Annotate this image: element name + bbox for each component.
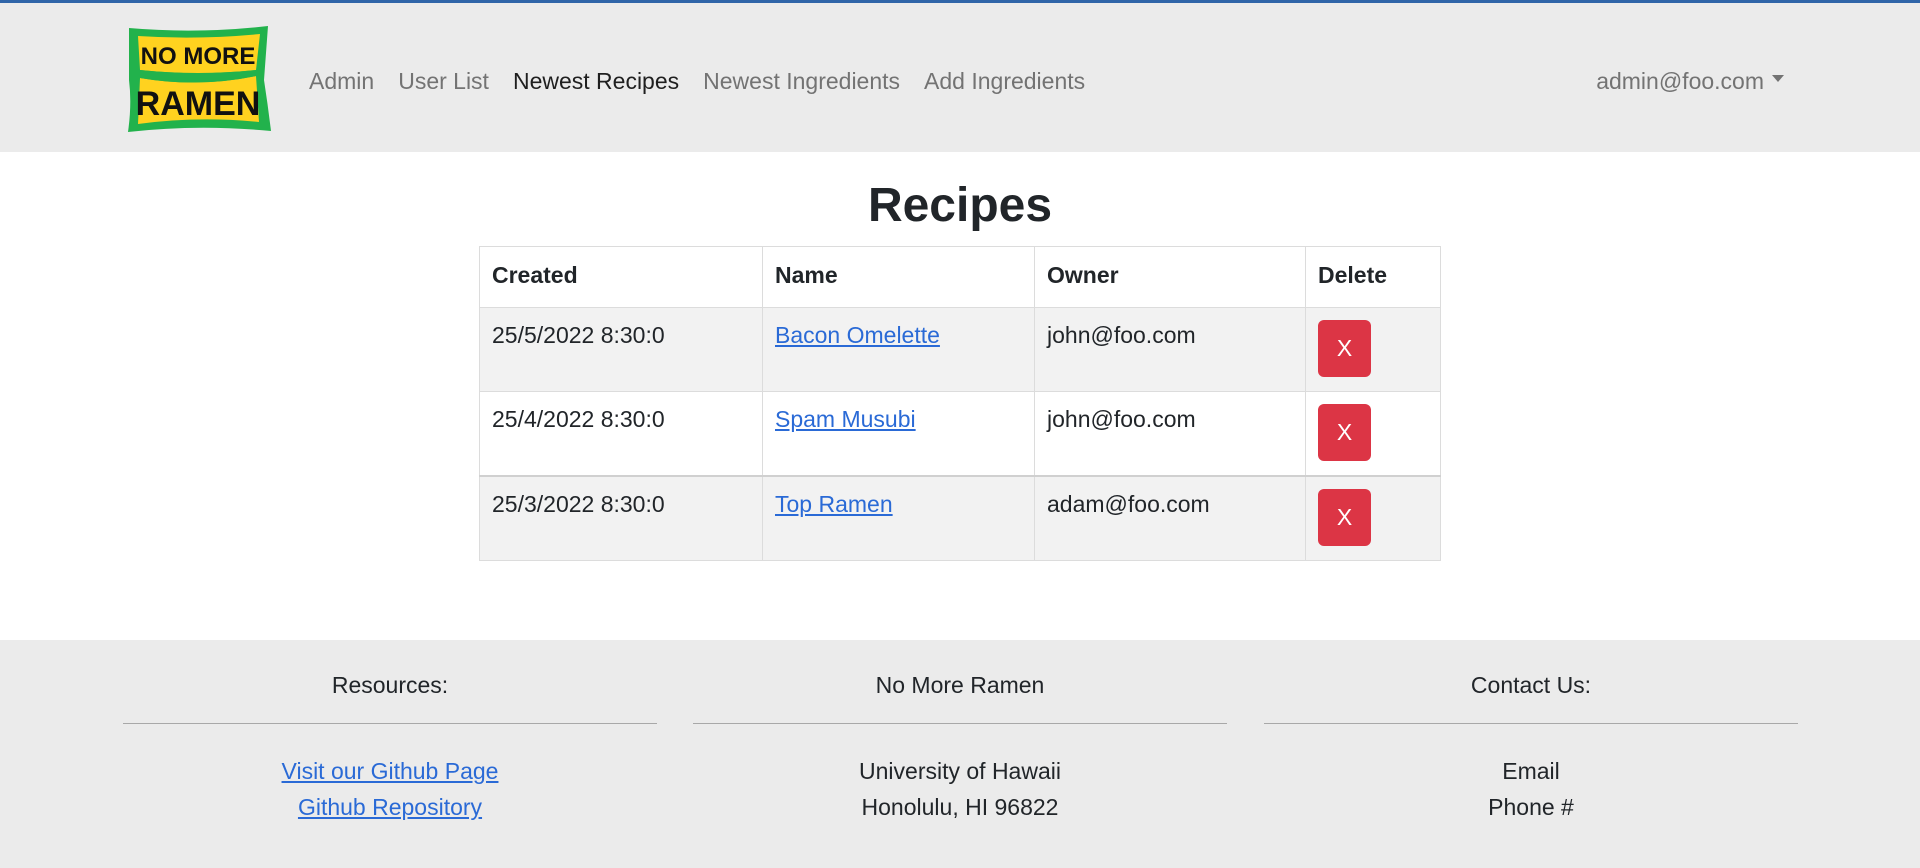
nav-links: Admin User List Newest Recipes Newest In…	[309, 65, 1109, 97]
delete-button[interactable]: X	[1318, 320, 1371, 377]
logo-text-line2: RAMEN	[136, 85, 261, 123]
footer-resources-title: Resources:	[331, 672, 449, 698]
logo-text-line1: NO MORE	[141, 43, 256, 70]
recipe-link[interactable]: Spam Musubi	[775, 406, 916, 432]
nav-link-user-list[interactable]: User List	[398, 65, 489, 97]
recipe-link[interactable]: Top Ramen	[775, 491, 893, 517]
nav-link-add-ingredients[interactable]: Add Ingredients	[924, 65, 1085, 97]
user-dropdown[interactable]: admin@foo.com	[1596, 65, 1784, 97]
page-title: Recipes	[867, 179, 1053, 232]
table-row: 25/5/2022 8:30:0 Bacon Omelette john@foo…	[479, 307, 1441, 392]
footer-address-line: Honolulu, HI 96822	[861, 794, 1059, 820]
cell-delete: X	[1305, 391, 1441, 477]
cell-name: Bacon Omelette	[762, 307, 1035, 392]
cell-created: 25/3/2022 8:30:0	[479, 475, 763, 561]
footer-about-title: No More Ramen	[875, 672, 1045, 698]
footer-contact-lines: Email Phone #	[1264, 753, 1798, 825]
nav-link-newest-recipes[interactable]: Newest Recipes	[513, 65, 679, 97]
nav-link-newest-ingredients[interactable]: Newest Ingredients	[703, 65, 900, 97]
header-delete: Delete	[1305, 246, 1441, 308]
cell-created: 25/4/2022 8:30:0	[479, 391, 763, 477]
delete-button[interactable]: X	[1318, 404, 1371, 461]
github-page-link[interactable]: Visit our Github Page	[123, 753, 657, 789]
table-row: 25/3/2022 8:30:0 Top Ramen adam@foo.com …	[479, 475, 1441, 561]
cell-created: 25/5/2022 8:30:0	[479, 307, 763, 392]
table-header-row: Created Name Owner Delete	[479, 246, 1441, 308]
delete-button[interactable]: X	[1318, 489, 1371, 546]
github-repository-link[interactable]: Github Repository	[123, 789, 657, 825]
footer-divider	[1264, 723, 1798, 724]
header-owner: Owner	[1034, 246, 1306, 308]
cell-delete: X	[1305, 475, 1441, 561]
cell-owner: adam@foo.com	[1034, 475, 1306, 561]
cell-owner: john@foo.com	[1034, 307, 1306, 392]
footer-divider	[123, 723, 657, 724]
footer-address-line: University of Hawaii	[859, 758, 1061, 784]
cell-name: Spam Musubi	[762, 391, 1035, 477]
footer-resources-links: Visit our Github Page Github Repository	[123, 753, 657, 825]
footer-contact-email: Email	[1502, 758, 1560, 784]
header-created: Created	[479, 246, 763, 308]
nav-link-admin[interactable]: Admin	[309, 65, 374, 97]
footer: Resources: Visit our Github Page Github …	[0, 640, 1920, 868]
footer-divider	[693, 723, 1227, 724]
header-name: Name	[762, 246, 1035, 308]
cell-delete: X	[1305, 307, 1441, 392]
caret-down-icon	[1772, 74, 1784, 82]
table-row: 25/4/2022 8:30:0 Spam Musubi john@foo.co…	[479, 391, 1441, 477]
footer-contact-phone: Phone #	[1488, 794, 1574, 820]
recipe-link[interactable]: Bacon Omelette	[775, 322, 940, 348]
navbar: NO MORE RAMEN Admin User List Newest Rec…	[0, 3, 1920, 152]
no-more-ramen-logo[interactable]: NO MORE RAMEN	[126, 26, 271, 133]
footer-about-lines: University of Hawaii Honolulu, HI 96822	[693, 753, 1227, 825]
cell-name: Top Ramen	[762, 475, 1035, 561]
cell-owner: john@foo.com	[1034, 391, 1306, 477]
user-email: admin@foo.com	[1596, 68, 1764, 94]
recipes-table: Created Name Owner Delete 25/5/2022 8:30…	[479, 246, 1441, 561]
footer-contact-title: Contact Us:	[1470, 672, 1592, 698]
